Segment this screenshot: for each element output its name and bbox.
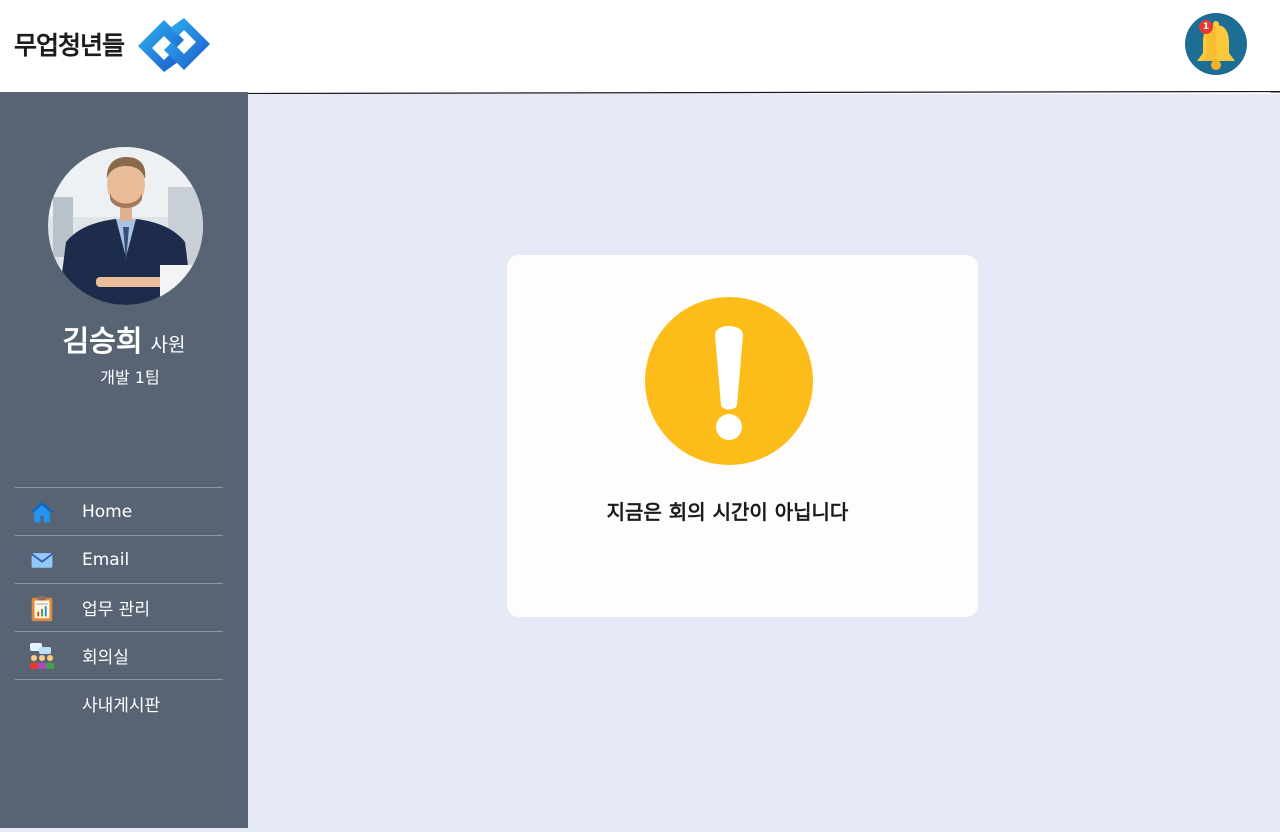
sidebar-item-meeting-room[interactable]: 회의실 [15,631,223,679]
sidebar-item-home[interactable]: Home [15,487,223,535]
sidebar-item-email[interactable]: Email [15,535,223,583]
sidebar-item-label: 사내게시판 [82,696,161,716]
sidebar-item-board[interactable]: 사내게시판 [15,679,223,727]
sidebar-item-label: Email [82,549,130,570]
user-team: 개발 1팀 [100,368,160,387]
sidebar-nav: Home Email 업무 관리 회의실 사내게시판 [15,487,223,727]
logo[interactable]: 무업청년들 [14,14,212,74]
top-header: 무업청년들 1 [0,0,1280,92]
notification-button[interactable]: 1 [1185,13,1247,75]
notice-card: 지금은 회의 시간이 아닙니다 [507,255,978,617]
home-icon [27,497,57,527]
bell-icon [1197,21,1235,70]
logo-text: 무업청년들 [14,31,125,60]
sidebar-item-label: 업무 관리 [82,600,150,620]
user-name: 김승희 [62,324,143,358]
warning-icon [645,297,813,465]
meeting-icon [27,641,57,671]
bottom-strip [0,828,248,832]
user-rank: 사원 [150,334,186,356]
user-info: 김승희 사원 [0,318,248,360]
sidebar-item-label: Home [82,501,133,522]
avatar [48,147,203,305]
sidebar-item-label: 회의실 [82,648,129,668]
notification-badge: 1 [1199,20,1213,34]
main-content: 지금은 회의 시간이 아닙니다 [248,94,1280,832]
logo-mark-icon [138,18,211,72]
sidebar-item-task-management[interactable]: 업무 관리 [15,583,223,631]
sidebar: 김승희 사원 개발 1팀 Home Email 업무 관리 회의실 사내게시판 [0,92,248,828]
mail-icon [27,545,57,575]
notice-message: 지금은 회의 시간이 아닙니다 [606,500,849,524]
clipboard-icon [27,593,57,623]
